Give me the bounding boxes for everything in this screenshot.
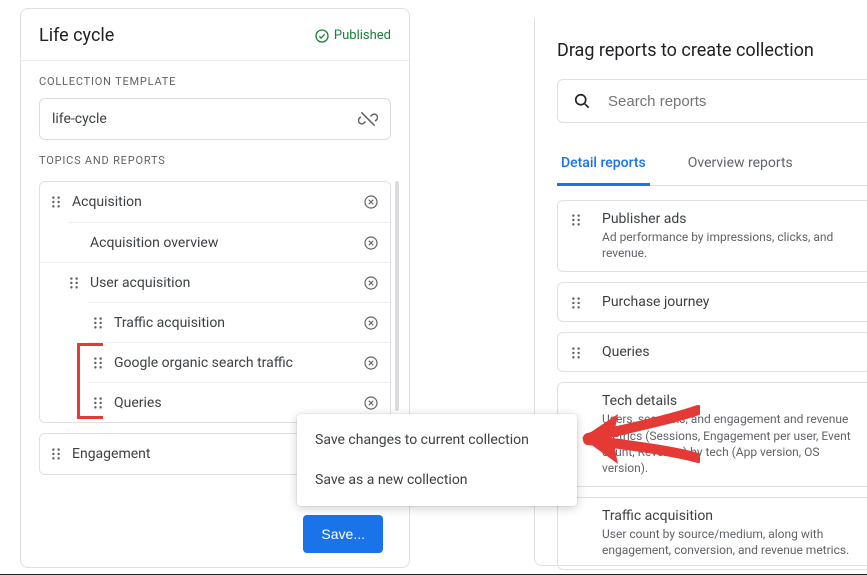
- report-name: Purchase journey: [602, 294, 855, 310]
- drag-handle-icon[interactable]: [570, 213, 582, 227]
- report-card-list: Publisher ads Ad performance by impressi…: [557, 200, 867, 570]
- drag-handle-icon[interactable]: [570, 296, 582, 310]
- report-card[interactable]: Publisher ads Ad performance by impressi…: [557, 200, 867, 272]
- report-row[interactable]: Acquisition overview: [68, 222, 390, 262]
- drag-handle-icon[interactable]: [92, 396, 104, 410]
- remove-icon[interactable]: [362, 193, 380, 211]
- topics-section-label: TOPICS AND REPORTS: [21, 140, 409, 173]
- menu-save-new[interactable]: Save as a new collection: [297, 460, 577, 500]
- search-icon: [572, 91, 592, 111]
- published-label: Published: [334, 28, 391, 43]
- save-menu: Save changes to current collection Save …: [297, 414, 577, 506]
- report-row[interactable]: Traffic acquisition: [88, 302, 390, 342]
- topic-label: Acquisition: [72, 194, 362, 210]
- report-label: Traffic acquisition: [114, 315, 362, 331]
- report-label: Google organic search traffic: [114, 355, 362, 371]
- report-name: Queries: [602, 344, 855, 360]
- report-desc: User count by source/medium, along with …: [602, 526, 855, 558]
- published-badge: Published: [314, 28, 391, 44]
- check-circle-icon: [314, 28, 330, 44]
- report-row[interactable]: Google organic search traffic: [88, 342, 390, 382]
- menu-save-current[interactable]: Save changes to current collection: [297, 420, 577, 460]
- drag-handle-icon[interactable]: [50, 447, 62, 461]
- remove-icon[interactable]: [362, 274, 380, 292]
- tab-overview-reports[interactable]: Overview reports: [684, 147, 797, 185]
- drag-handle-icon[interactable]: [92, 356, 104, 370]
- remove-icon[interactable]: [362, 394, 380, 412]
- report-label: Queries: [114, 395, 362, 411]
- template-section-label: COLLECTION TEMPLATE: [21, 61, 409, 94]
- search-reports[interactable]: [557, 79, 867, 123]
- report-name: Traffic acquisition: [602, 508, 855, 524]
- topic-card-acquisition: Acquisition Acquisition overview User ac…: [39, 181, 391, 423]
- report-picker-panel: Drag reports to create collection Detail…: [534, 18, 867, 566]
- report-card[interactable]: Queries: [557, 332, 867, 372]
- topic-row[interactable]: Acquisition: [40, 182, 390, 222]
- remove-icon[interactable]: [362, 354, 380, 372]
- drag-handle-icon[interactable]: [570, 346, 582, 360]
- tab-detail-reports[interactable]: Detail reports: [557, 147, 650, 186]
- collection-title: Life cycle: [39, 25, 114, 46]
- remove-icon[interactable]: [362, 314, 380, 332]
- report-label: Acquisition overview: [90, 235, 362, 251]
- search-input[interactable]: [606, 92, 853, 111]
- report-card[interactable]: Traffic acquisition User count by source…: [557, 497, 867, 569]
- report-card[interactable]: Tech details Users, sessions, and engage…: [557, 382, 867, 487]
- template-input[interactable]: life-cycle: [39, 98, 391, 140]
- report-row[interactable]: User acquisition: [40, 262, 390, 302]
- report-label: User acquisition: [90, 275, 362, 291]
- report-desc: Users, sessions, and engagement and reve…: [602, 411, 855, 476]
- save-button[interactable]: Save...: [303, 515, 383, 553]
- report-card[interactable]: Purchase journey: [557, 282, 867, 322]
- report-name: Tech details: [602, 393, 855, 409]
- drag-handle-icon[interactable]: [50, 195, 62, 209]
- remove-icon[interactable]: [362, 234, 380, 252]
- drag-handle-icon[interactable]: [68, 276, 80, 290]
- unlink-icon[interactable]: [358, 109, 378, 129]
- picker-title: Drag reports to create collection: [557, 40, 867, 61]
- report-desc: Ad performance by impressions, clicks, a…: [602, 229, 855, 261]
- report-name: Publisher ads: [602, 211, 855, 227]
- report-tabs: Detail reports Overview reports: [557, 147, 867, 186]
- template-value: life-cycle: [52, 111, 107, 127]
- scrollbar[interactable]: [395, 181, 399, 411]
- drag-handle-icon[interactable]: [92, 316, 104, 330]
